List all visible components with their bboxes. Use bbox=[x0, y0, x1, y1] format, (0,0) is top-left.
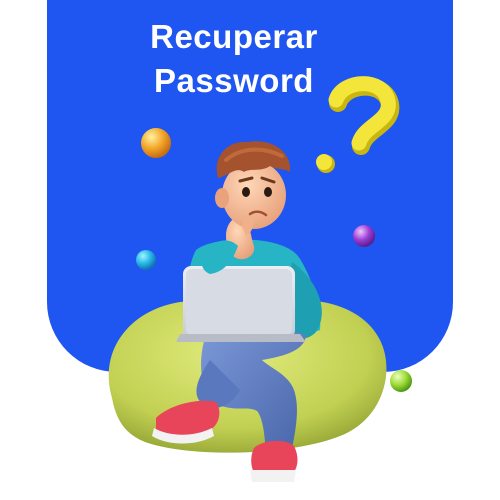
laptop bbox=[176, 266, 306, 342]
orange-ball-icon bbox=[141, 128, 171, 158]
password-recovery-illustration: Recuperar Password bbox=[0, 0, 500, 500]
blue-ball-icon bbox=[136, 250, 156, 270]
right-shoe bbox=[250, 440, 298, 482]
purple-ball-icon bbox=[353, 225, 375, 247]
question-mark-icon bbox=[316, 76, 400, 173]
green-ball-icon bbox=[390, 370, 412, 392]
thinking-person-illustration bbox=[108, 76, 412, 482]
head bbox=[215, 141, 291, 229]
